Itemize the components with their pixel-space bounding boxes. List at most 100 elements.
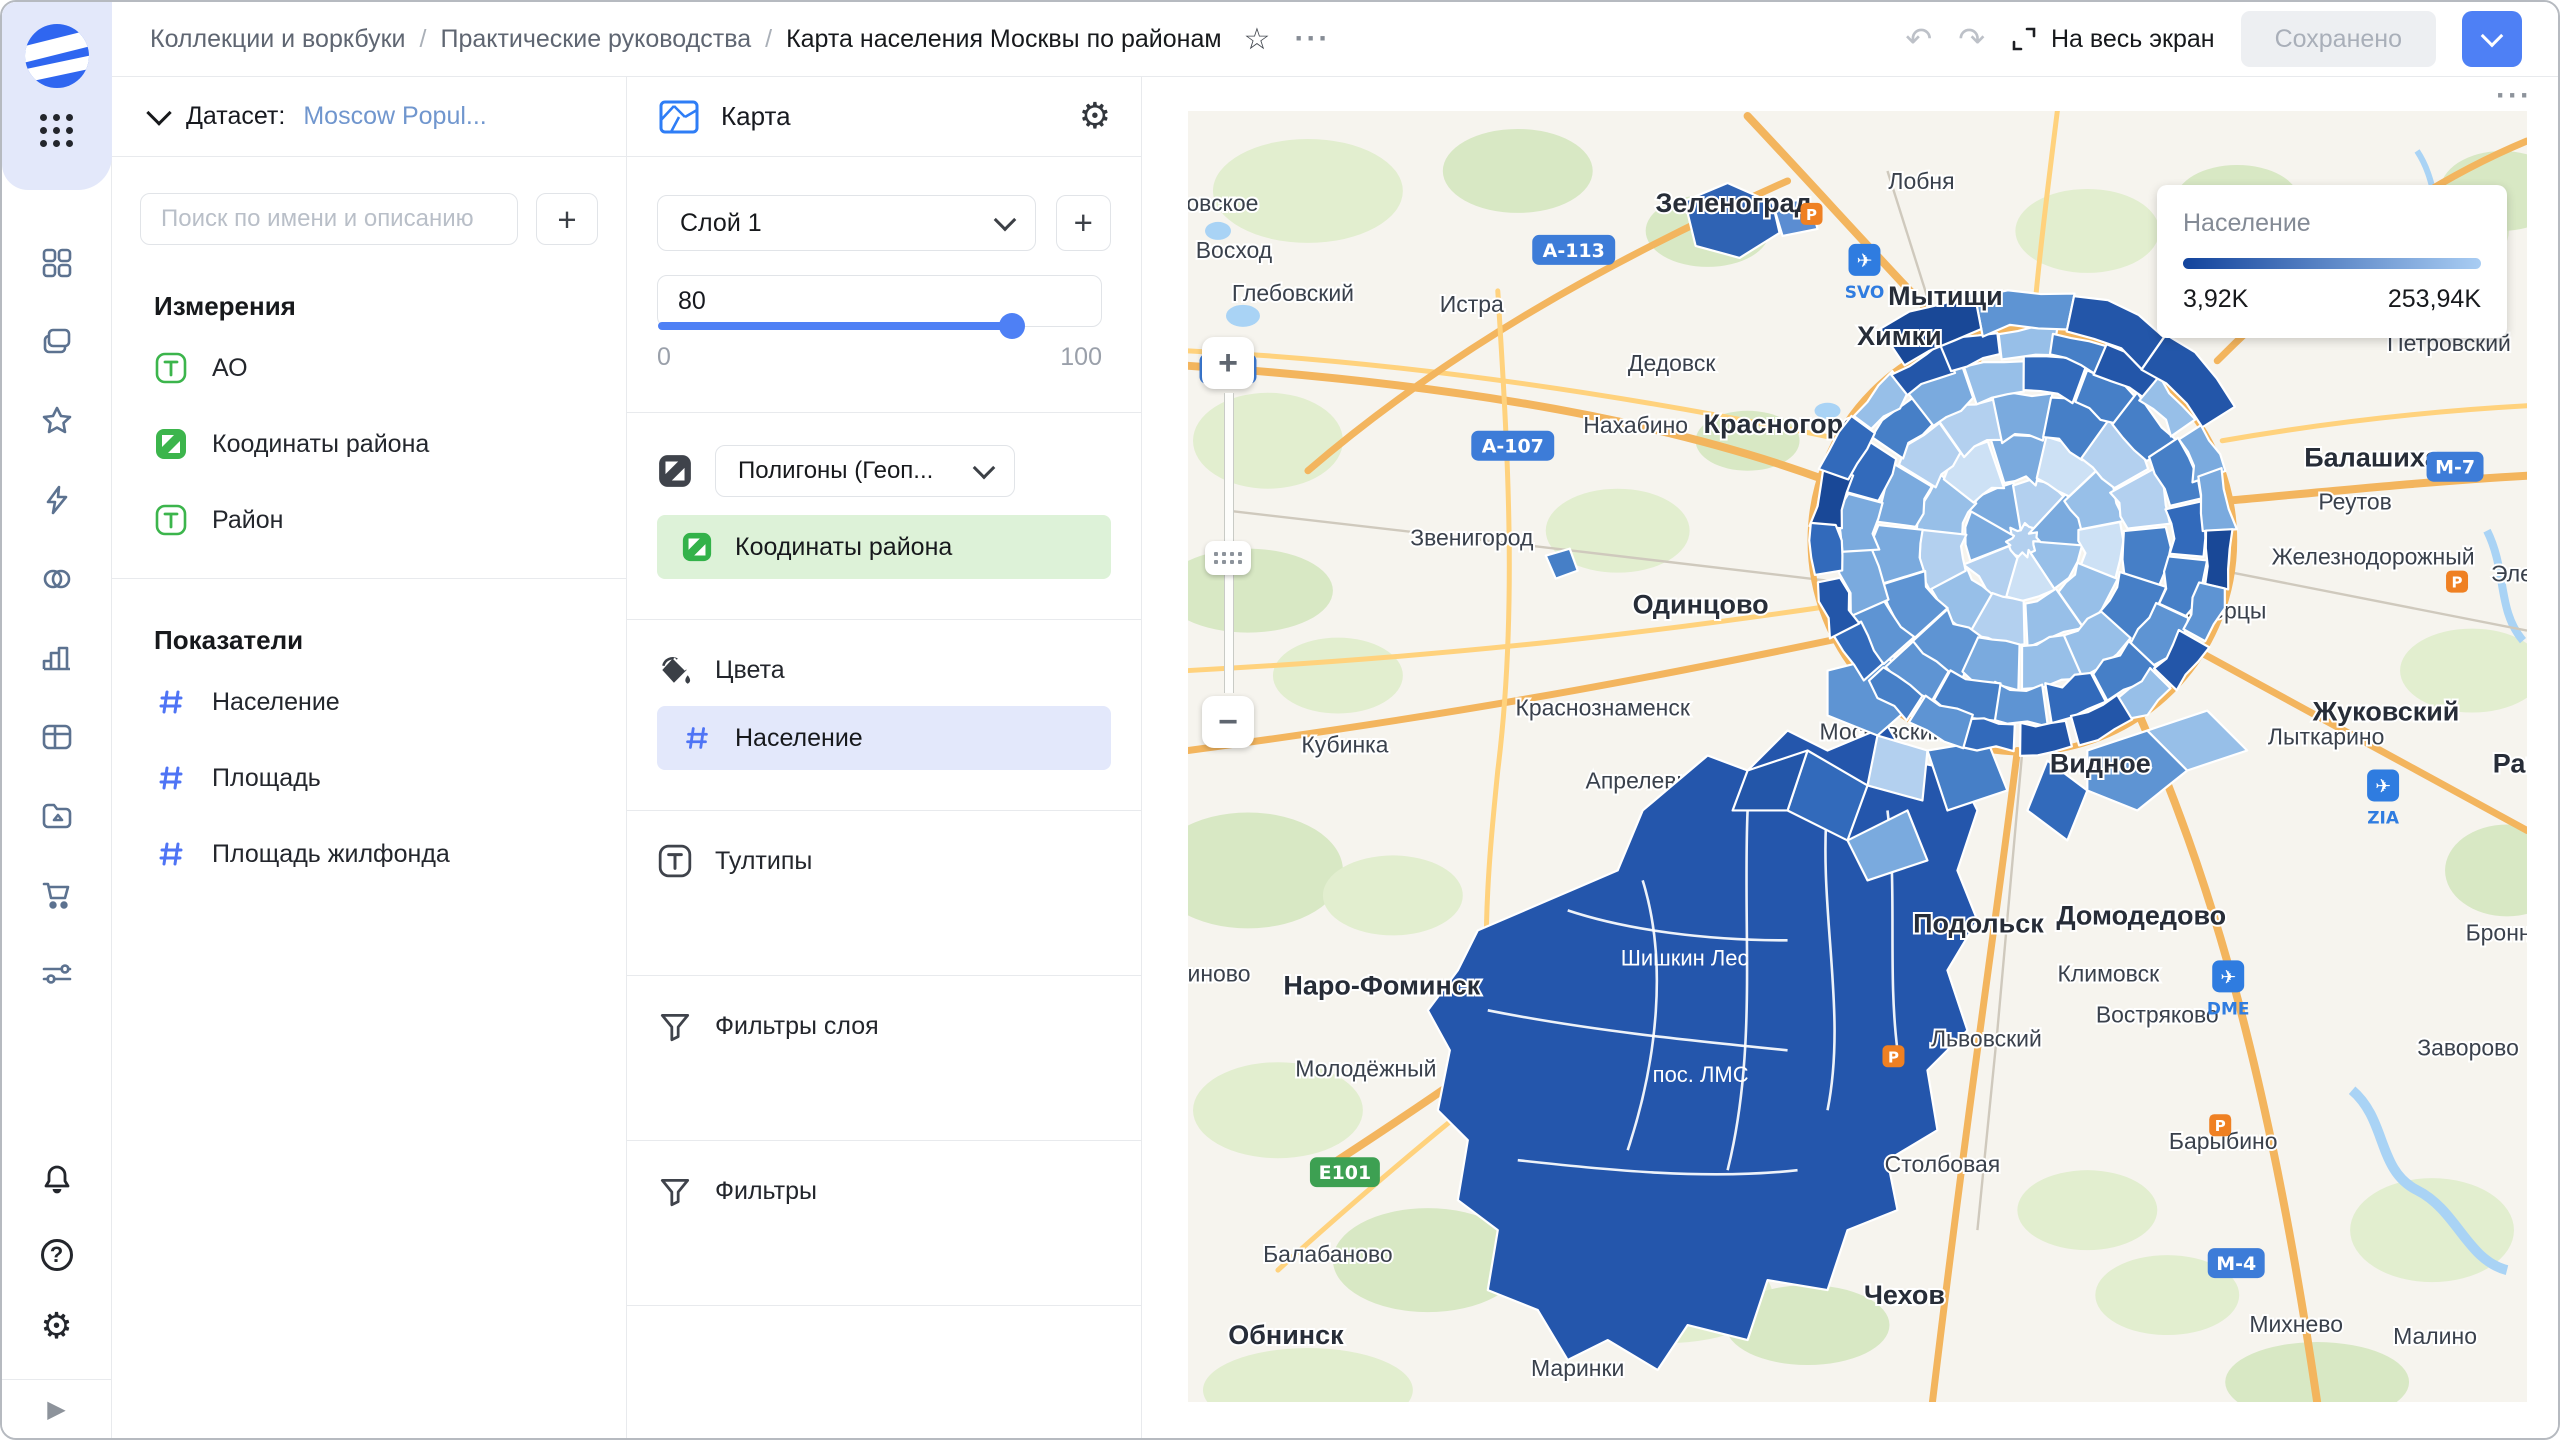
zoom-out-button[interactable]: −	[1202, 696, 1254, 748]
map-city-label: Восход	[1196, 237, 1273, 263]
number-type-icon	[154, 837, 188, 871]
zoom-slider-handle[interactable]	[1205, 541, 1251, 575]
map-chart-icon	[657, 95, 701, 139]
district-polygon[interactable]	[2205, 529, 2232, 589]
connections-icon[interactable]	[40, 562, 74, 596]
help-icon[interactable]: ?	[41, 1239, 73, 1271]
more-actions-icon[interactable]: ···	[1294, 22, 1330, 56]
zoom-in-button[interactable]: +	[1202, 337, 1254, 389]
filters-section[interactable]: Фильтры	[657, 1173, 1111, 1209]
map-city-label: Маринки	[1531, 1355, 1624, 1381]
map-city-label: Железнодорожный	[2272, 544, 2475, 570]
map-city-label: Жуковский	[2312, 697, 2460, 727]
geotype-select[interactable]: Полигоны (Геоп...	[715, 445, 1015, 497]
field-population[interactable]: Население	[140, 664, 598, 740]
notifications-bell-icon[interactable]	[40, 1162, 74, 1201]
layer-select[interactable]: Слой 1	[657, 195, 1036, 251]
field-search-input[interactable]	[140, 193, 518, 245]
map-city-label: Глебовский	[1232, 280, 1354, 306]
breadcrumb-collections[interactable]: Коллекции и воркбуки	[150, 25, 406, 54]
map-city-label: ровское	[1188, 190, 1258, 216]
svg-text:✈: ✈	[2375, 775, 2391, 797]
opacity-knob[interactable]	[999, 313, 1025, 339]
svg-text:SVO: SVO	[1845, 283, 1884, 303]
fullscreen-button[interactable]: На весь экран	[2011, 25, 2215, 54]
favorite-star-icon[interactable]: ☆	[1244, 22, 1271, 57]
chip-label: Коодинаты района	[735, 533, 952, 562]
svg-text:Р: Р	[2452, 574, 2463, 592]
chart-type-title: Карта	[721, 101, 791, 132]
geopolygon-type-icon	[681, 531, 713, 563]
marketplace-cart-icon[interactable]	[40, 878, 74, 912]
legend-gradient	[2183, 258, 2481, 269]
saved-button[interactable]: Сохранено	[2241, 11, 2436, 67]
dataset-name-link[interactable]: Moscow Popul...	[303, 102, 486, 131]
map-city-label: Истра	[1440, 291, 1504, 317]
map-canvas[interactable]: КрасногорскОдинцовоЛюберцыАпрелевкаМоско…	[1188, 111, 2527, 1402]
expand-rail-icon[interactable]: ▶	[47, 1395, 65, 1423]
field-coords[interactable]: Коодинаты района	[140, 406, 598, 482]
colors-field-chip[interactable]: Население	[657, 706, 1111, 770]
legend-max: 253,94K	[2388, 285, 2481, 314]
undo-icon[interactable]: ↶	[1905, 20, 1932, 58]
services-sliders-icon[interactable]	[40, 957, 74, 991]
field-district[interactable]: Район	[140, 482, 598, 558]
field-label: Район	[212, 506, 283, 535]
collapse-chevron-icon[interactable]	[146, 100, 171, 125]
chart-settings-gear-icon[interactable]: ⚙	[1079, 99, 1111, 135]
colors-section-title: Цвета	[715, 656, 785, 685]
opacity-track[interactable]	[658, 322, 1012, 330]
svg-text:ZIA: ZIA	[2367, 808, 2400, 828]
storage-folder-icon[interactable]	[40, 799, 74, 833]
favorites-icon[interactable]	[40, 404, 74, 438]
apps-grid-icon[interactable]	[40, 114, 73, 147]
layer-filters-title: Фильтры слоя	[715, 1012, 879, 1041]
save-dropdown-button[interactable]	[2462, 11, 2522, 67]
rail-station-marker: Р	[2446, 571, 2468, 593]
breadcrumb-guides[interactable]: Практические руководства	[440, 25, 751, 54]
settings-gear-icon[interactable]: ⚙	[40, 1309, 72, 1345]
road-shield: Е101	[1310, 1157, 1380, 1187]
road-shield: А-107	[1471, 431, 1554, 461]
map-city-label: Балабаново	[1263, 1241, 1393, 1267]
geotype-value: Полигоны (Геоп...	[738, 457, 933, 485]
datalens-logo[interactable]	[25, 24, 89, 88]
tooltips-section[interactable]: Тултипы	[657, 843, 1111, 879]
field-housing-area[interactable]: Площадь жилфонда	[140, 816, 598, 892]
district-polygon[interactable]	[2165, 501, 2205, 557]
svg-text:М-7: М-7	[2435, 457, 2475, 479]
collections-icon[interactable]	[40, 325, 74, 359]
rail-footer: ▶	[2, 1379, 112, 1438]
chart-bars-icon[interactable]	[40, 641, 74, 675]
map-more-icon[interactable]: ···	[2496, 79, 2532, 113]
divider	[627, 1305, 1141, 1306]
charts-flash-icon[interactable]	[40, 483, 74, 517]
chip-label: Население	[735, 724, 863, 753]
layer-filters-section[interactable]: Фильтры слоя	[657, 1008, 1111, 1044]
geopolygon-field-chip[interactable]: Коодинаты района	[657, 515, 1111, 579]
svg-text:DME: DME	[2207, 999, 2250, 1019]
road-shield: М-7	[2427, 452, 2484, 482]
district-polygon[interactable]	[1809, 523, 1842, 575]
field-label: Население	[212, 688, 340, 717]
datasets-icon[interactable]	[40, 720, 74, 754]
field-area[interactable]: Площадь	[140, 740, 598, 816]
map-city-label: Лыткарино	[2268, 724, 2385, 750]
map-city-label: Звенигород	[1410, 525, 1534, 551]
divider	[627, 619, 1141, 620]
opacity-max: 100	[1060, 343, 1102, 372]
redo-icon[interactable]: ↷	[1958, 20, 1985, 58]
svg-text:Р: Р	[1806, 206, 1817, 224]
dashboards-icon[interactable]	[40, 246, 74, 280]
paint-bucket-icon	[657, 652, 693, 688]
field-ao[interactable]: АО	[140, 330, 598, 406]
add-field-button[interactable]: +	[536, 193, 598, 245]
geopolygon-type-icon	[154, 427, 188, 461]
svg-text:Р: Р	[2215, 1117, 2226, 1135]
add-layer-button[interactable]: +	[1056, 195, 1111, 251]
number-type-icon	[681, 722, 713, 754]
map-city-label: Видное	[2050, 748, 2151, 778]
field-label: Коодинаты района	[212, 430, 429, 459]
opacity-input[interactable]: 80	[657, 275, 1102, 327]
rail-station-marker: Р	[1882, 1045, 1904, 1067]
